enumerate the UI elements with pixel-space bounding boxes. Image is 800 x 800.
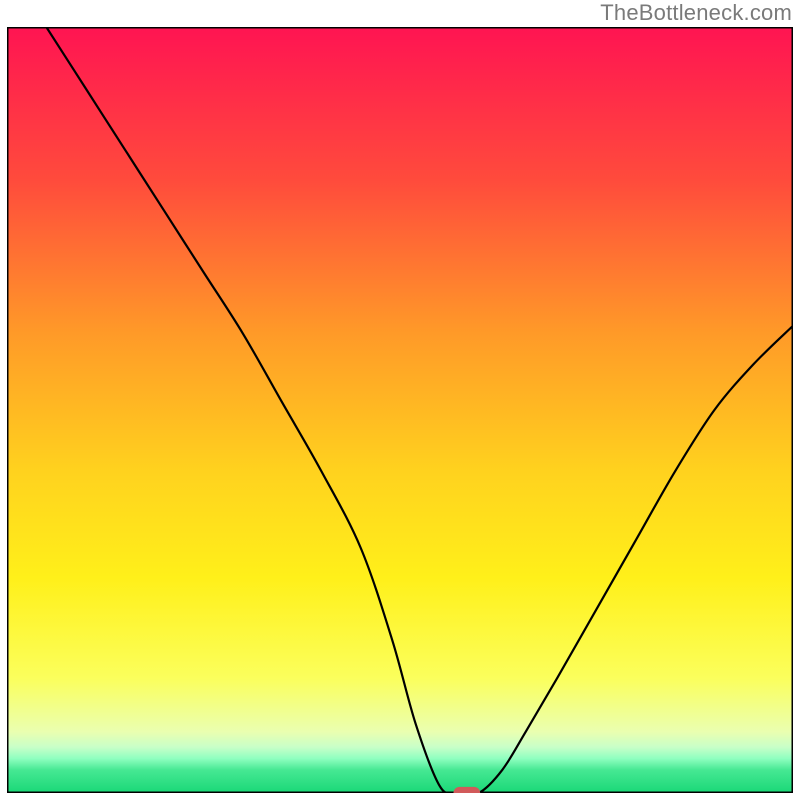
plot-area	[7, 27, 793, 793]
optimal-point-marker	[453, 787, 480, 793]
watermark-label: TheBottleneck.com	[600, 0, 792, 26]
gradient-background	[7, 27, 793, 793]
bottleneck-chart	[7, 27, 793, 793]
chart-container: TheBottleneck.com	[0, 0, 800, 800]
